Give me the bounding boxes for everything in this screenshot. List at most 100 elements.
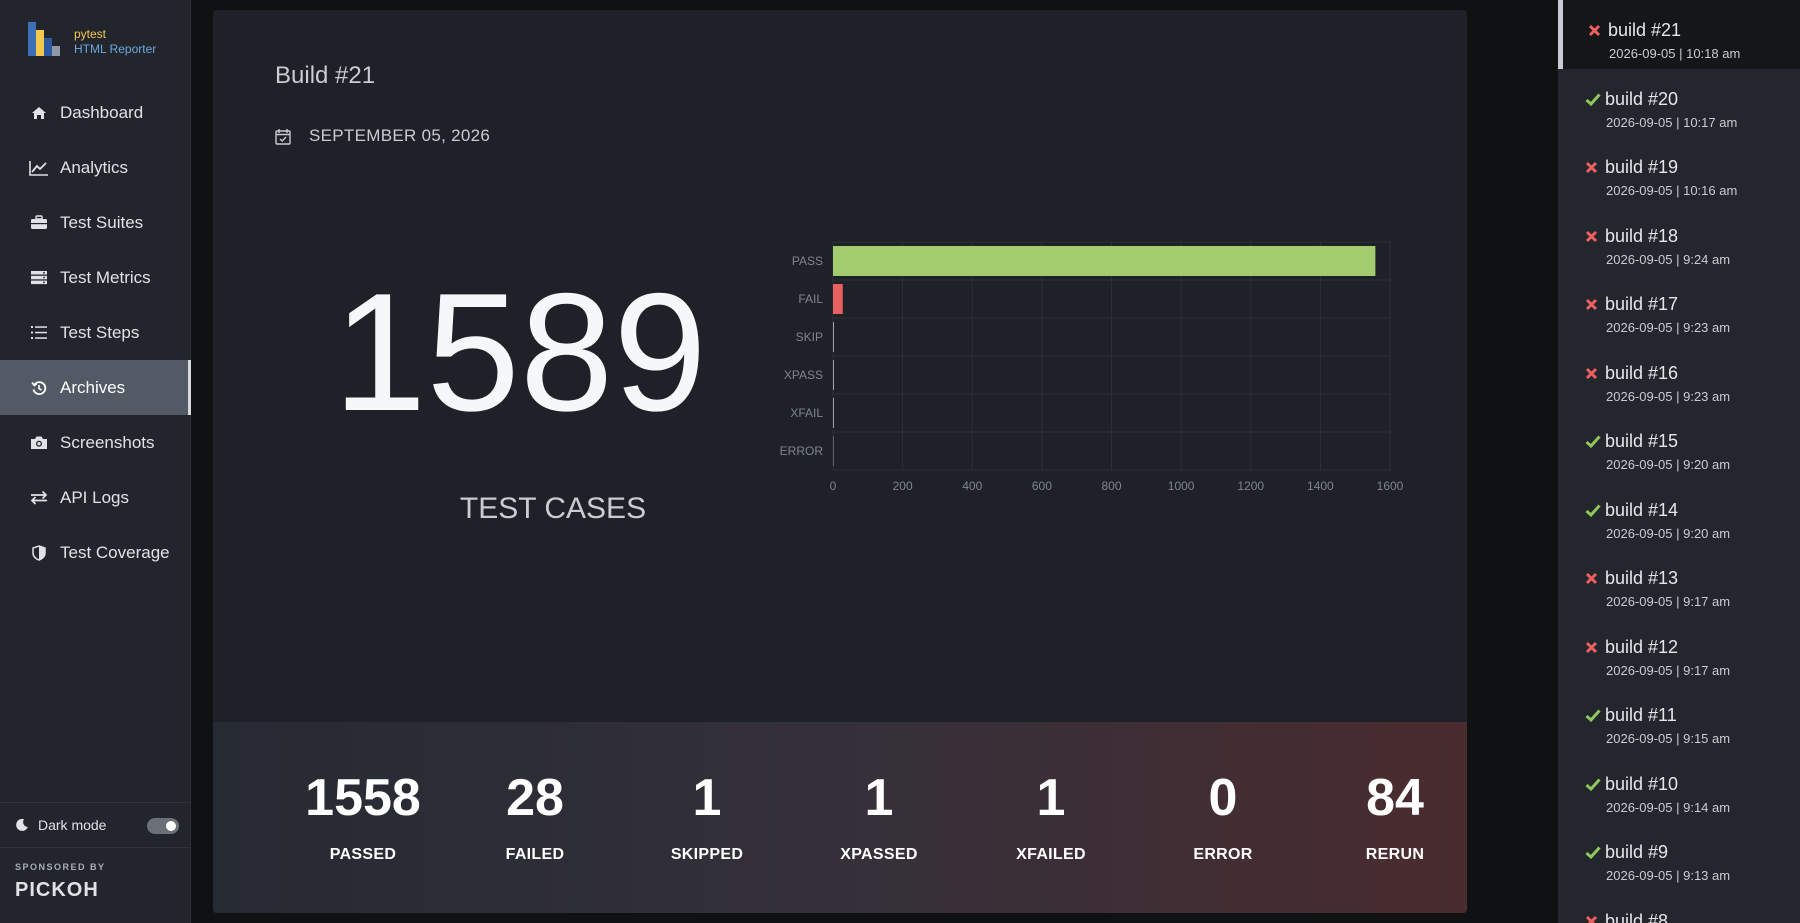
sidebar-item-dashboard[interactable]: Dashboard <box>0 85 191 140</box>
build-name: build #11 <box>1605 705 1677 725</box>
stat-value: 0 <box>1208 769 1238 827</box>
build-name: build #15 <box>1605 431 1679 451</box>
calendar-check-icon <box>275 128 291 145</box>
x-icon <box>1585 913 1603 923</box>
stat-value: 1 <box>692 769 722 827</box>
x-tick-label: 600 <box>1032 479 1052 493</box>
build-list-item[interactable]: build #13 2026-09-05 | 9:17 am <box>1558 548 1800 617</box>
build-name: build #21 <box>1608 20 1682 40</box>
total-test-label: TEST CASES <box>459 492 647 525</box>
build-list-item[interactable]: build #14 2026-09-05 | 9:20 am <box>1558 480 1800 549</box>
build-list-item[interactable]: build #16 2026-09-05 | 9:23 am <box>1558 343 1800 412</box>
stat-label: XPASSED <box>840 846 918 863</box>
sidebar-item-api-logs[interactable]: API Logs <box>0 470 191 525</box>
stat-rerun: 84 RERUN <box>1309 772 1467 864</box>
build-timestamp: 2026-09-05 | 9:17 am <box>1606 662 1731 678</box>
build-timestamp: 2026-09-05 | 9:20 am <box>1606 525 1731 541</box>
sidebar-item-test-metrics[interactable]: Test Metrics <box>0 250 191 305</box>
y-tick-label: SKIP <box>796 330 823 344</box>
build-name: build #8 <box>1605 910 1669 923</box>
build-list-item[interactable]: build #10 2026-09-05 | 9:14 am <box>1558 754 1800 823</box>
check-icon <box>1585 708 1603 724</box>
build-list-item[interactable]: build #11 2026-09-05 | 9:15 am <box>1558 685 1800 754</box>
bar-skip <box>833 322 834 352</box>
sidebar-item-screenshots[interactable]: Screenshots <box>0 415 191 470</box>
logo-icon <box>28 20 66 56</box>
y-tick-label: FAIL <box>798 292 823 306</box>
sponsored-by-label: SPONSORED BY <box>15 862 106 872</box>
y-tick-label: ERROR <box>780 444 824 458</box>
build-list-item[interactable]: build #17 2026-09-05 | 9:23 am <box>1558 274 1800 343</box>
briefcase-icon <box>28 214 50 232</box>
build-timestamp: 2026-09-05 | 9:14 am <box>1606 799 1731 815</box>
app-logo[interactable]: pytest HTML Reporter <box>28 20 178 60</box>
x-tick-label: 400 <box>962 479 982 493</box>
build-list-item[interactable]: build #8 <box>1558 891 1800 923</box>
stat-label: ERROR <box>1193 846 1253 863</box>
build-date: SEPTEMBER 05, 2026 <box>275 126 490 146</box>
x-tick-label: 1200 <box>1237 479 1264 493</box>
build-list-item[interactable]: build #15 2026-09-05 | 9:20 am <box>1558 411 1800 480</box>
build-name: build #10 <box>1605 773 1679 794</box>
y-tick-label: XPASS <box>784 368 823 382</box>
build-timestamp: 2026-09-05 | 9:24 am <box>1606 251 1731 267</box>
history-icon <box>28 379 50 397</box>
build-timestamp: 2026-09-05 | 10:16 am <box>1606 183 1738 198</box>
build-timestamp: 2026-09-05 | 10:18 am <box>1609 46 1741 61</box>
x-tick-label: 1400 <box>1307 479 1334 493</box>
x-icon <box>1588 23 1606 39</box>
x-tick-label: 0 <box>830 479 837 493</box>
build-name: build #19 <box>1605 157 1679 177</box>
line-chart-icon <box>28 159 50 177</box>
x-icon <box>1585 297 1603 313</box>
build-timestamp: 2026-09-05 | 9:17 am <box>1606 594 1731 609</box>
stat-failed: 28 FAILED <box>449 772 621 864</box>
sidebar-item-label: Screenshots <box>60 432 155 452</box>
build-list-item[interactable]: build #9 2026-09-05 | 9:13 am <box>1558 822 1800 891</box>
y-tick-label: PASS <box>792 254 823 268</box>
check-icon <box>1585 91 1603 107</box>
dark-mode-toggle[interactable] <box>147 818 179 834</box>
sidebar-item-test-suites[interactable]: Test Suites <box>0 195 191 250</box>
dark-mode-row: Dark mode <box>0 802 191 848</box>
build-name: build #14 <box>1605 499 1679 520</box>
sidebar-item-analytics[interactable]: Analytics <box>0 140 191 195</box>
stat-label: FAILED <box>505 846 565 863</box>
stat-value: 1558 <box>305 769 421 827</box>
x-tick-label: 200 <box>893 479 913 493</box>
sidebar-item-test-steps[interactable]: Test Steps <box>0 305 191 360</box>
build-timestamp: 2026-09-05 | 9:20 am <box>1606 457 1731 472</box>
moon-icon <box>15 818 29 832</box>
stat-xfailed: 1 XFAILED <box>965 772 1137 864</box>
dark-mode-label: Dark mode <box>38 817 107 833</box>
page-title: Build #21 <box>275 62 376 89</box>
shield-icon <box>28 544 50 562</box>
x-icon <box>1585 365 1603 381</box>
build-list-item[interactable]: build #18 2026-09-05 | 9:24 am <box>1558 206 1800 275</box>
build-summary-panel: Build #21 SEPTEMBER 05, 2026 1589 TEST C… <box>213 10 1467 913</box>
build-timestamp: 2026-09-05 | 9:23 am <box>1606 320 1731 335</box>
check-icon <box>1585 776 1603 792</box>
x-icon <box>1585 639 1603 655</box>
stat-error: 0 ERROR <box>1137 772 1309 864</box>
builds-list: build #21 2026-09-05 | 10:18 am build #20 2… <box>1558 0 1800 923</box>
sidebar-item-test-coverage[interactable]: Test Coverage <box>0 525 191 580</box>
bar-xpass <box>833 360 834 390</box>
build-list-item[interactable]: build #12 2026-09-05 | 9:17 am <box>1558 617 1800 686</box>
build-name: build #16 <box>1605 362 1679 383</box>
stat-value: 84 <box>1366 769 1424 827</box>
stat-value: 28 <box>506 769 564 827</box>
build-name: build #20 <box>1605 88 1679 109</box>
build-name: build #13 <box>1605 568 1679 588</box>
sponsor-logo[interactable]: PICKOH <box>15 879 106 902</box>
sidebar-item-archives[interactable]: Archives <box>0 360 191 415</box>
bar-fail <box>833 284 843 314</box>
stat-xpassed: 1 XPASSED <box>793 772 965 864</box>
build-list-item[interactable]: build #19 2026-09-05 | 10:16 am <box>1558 137 1800 206</box>
x-tick-label: 1600 <box>1377 479 1404 493</box>
build-name: build #18 <box>1605 225 1679 246</box>
build-list-item[interactable]: build #20 2026-09-05 | 10:17 am <box>1558 69 1800 138</box>
build-list-item[interactable]: build #21 2026-09-05 | 10:18 am <box>1558 0 1800 69</box>
sponsor-block: SPONSORED BY PICKOH <box>15 862 106 902</box>
list-icon <box>28 324 50 342</box>
